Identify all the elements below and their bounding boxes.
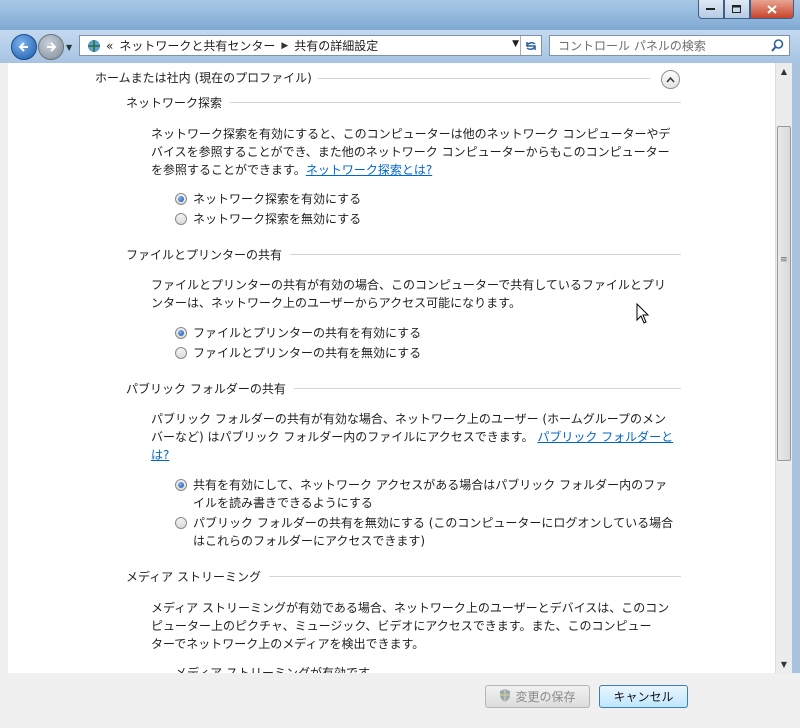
- minimize-icon: [706, 8, 715, 10]
- section-file-printer-header: ファイルとプリンターの共有: [126, 246, 681, 264]
- radio-button[interactable]: [175, 517, 187, 529]
- radio-button[interactable]: [175, 193, 187, 205]
- section-media-streaming-header: メディア ストリーミング: [126, 568, 681, 586]
- public-folder-on-option[interactable]: 共有を有効にして、ネットワーク アクセスがある場合はパブリック フォルダー内のフ…: [175, 476, 680, 512]
- public-folder-help-link-cont[interactable]: は?: [151, 448, 169, 462]
- media-streaming-description: メディア ストリーミングが有効である場合、ネットワーク上のユーザーとデバイスは、…: [151, 601, 670, 651]
- network-discovery-description: ネットワーク探索を有効にすると、このコンピューターは他のネットワーク コンピュー…: [151, 127, 671, 177]
- section-network-discovery-header: ネットワーク探索: [126, 94, 681, 112]
- network-discovery-help-link[interactable]: ネットワーク探索とは?: [306, 163, 432, 177]
- network-icon: [86, 39, 102, 53]
- collapse-profile-button[interactable]: [661, 70, 680, 89]
- vertical-scrollbar[interactable]: ▲ ≡ ▼: [775, 63, 792, 673]
- minimize-button[interactable]: [698, 0, 724, 19]
- cancel-button[interactable]: キャンセル: [599, 685, 688, 708]
- radio-button[interactable]: [175, 213, 187, 225]
- maximize-icon: [732, 4, 741, 13]
- profile-title: ホームまたは社内 (現在のプロファイル): [95, 69, 318, 86]
- breadcrumb-advanced-sharing[interactable]: 共有の詳細設定: [294, 37, 378, 54]
- scroll-grip-icon: ≡: [780, 255, 788, 265]
- recent-pages-dropdown[interactable]: ▼: [66, 43, 72, 52]
- public-folder-description: パブリック フォルダーの共有が有効な場合、ネットワーク上のユーザー (ホームグル…: [151, 412, 674, 462]
- section-title: メディア ストリーミング: [126, 568, 269, 585]
- public-folder-off-option[interactable]: パブリック フォルダーの共有を無効にする (このコンピューターにログオンしている…: [175, 514, 680, 550]
- section-title: ネットワーク探索: [126, 94, 231, 111]
- file-printer-description: ファイルとプリンターの共有が有効の場合、このコンピューターで共有しているファイル…: [151, 278, 666, 310]
- file-printer-off-option[interactable]: ファイルとプリンターの共有を無効にする: [175, 344, 680, 362]
- mouse-cursor-icon: [636, 303, 650, 324]
- network-discovery-on-option[interactable]: ネットワーク探索を有効にする: [175, 190, 680, 208]
- profile-header: ホームまたは社内 (現在のプロファイル): [95, 69, 680, 89]
- uac-shield-icon: [499, 688, 511, 705]
- address-dropdown-icon[interactable]: ▼: [512, 39, 519, 49]
- search-input[interactable]: [556, 36, 760, 56]
- radio-button[interactable]: [175, 479, 187, 491]
- search-box[interactable]: [549, 35, 790, 56]
- maximize-button[interactable]: [724, 0, 750, 19]
- address-bar[interactable]: « ネットワークと共有センター ▶ 共有の詳細設定 ▼: [79, 35, 542, 56]
- search-icon[interactable]: [771, 39, 784, 55]
- media-streaming-status: メディア ストリーミングが有効です。: [175, 666, 381, 673]
- section-public-folder-header: パブリック フォルダーの共有: [126, 380, 681, 398]
- section-title: パブリック フォルダーの共有: [126, 380, 294, 397]
- public-folder-help-link[interactable]: パブリック フォルダーと: [537, 430, 673, 444]
- window-controls: [698, 0, 794, 19]
- scroll-up-icon[interactable]: ▲: [776, 63, 792, 80]
- radio-button[interactable]: [175, 347, 187, 359]
- breadcrumb-separator-icon[interactable]: ▶: [281, 41, 288, 51]
- title-bar: [0, 0, 800, 30]
- network-discovery-off-option[interactable]: ネットワーク探索を無効にする: [175, 210, 680, 228]
- forward-button[interactable]: [38, 34, 64, 60]
- breadcrumb-overflow[interactable]: «: [106, 39, 113, 53]
- close-button[interactable]: [750, 0, 794, 19]
- file-printer-on-option[interactable]: ファイルとプリンターの共有を有効にする: [175, 324, 680, 342]
- scroll-thumb[interactable]: [777, 126, 791, 461]
- section-title: ファイルとプリンターの共有: [126, 246, 291, 263]
- back-button[interactable]: [11, 34, 37, 60]
- refresh-button[interactable]: [520, 36, 541, 55]
- arrow-left-icon: [18, 42, 28, 52]
- arrow-right-icon: [47, 42, 57, 52]
- scroll-down-icon[interactable]: ▼: [776, 656, 792, 673]
- radio-button[interactable]: [175, 327, 187, 339]
- save-changes-button[interactable]: 変更の保存: [485, 685, 590, 708]
- close-icon: [767, 4, 777, 14]
- breadcrumb-network-center[interactable]: ネットワークと共有センター: [119, 37, 275, 54]
- chevron-up-icon: [666, 76, 675, 82]
- refresh-icon: [526, 41, 536, 50]
